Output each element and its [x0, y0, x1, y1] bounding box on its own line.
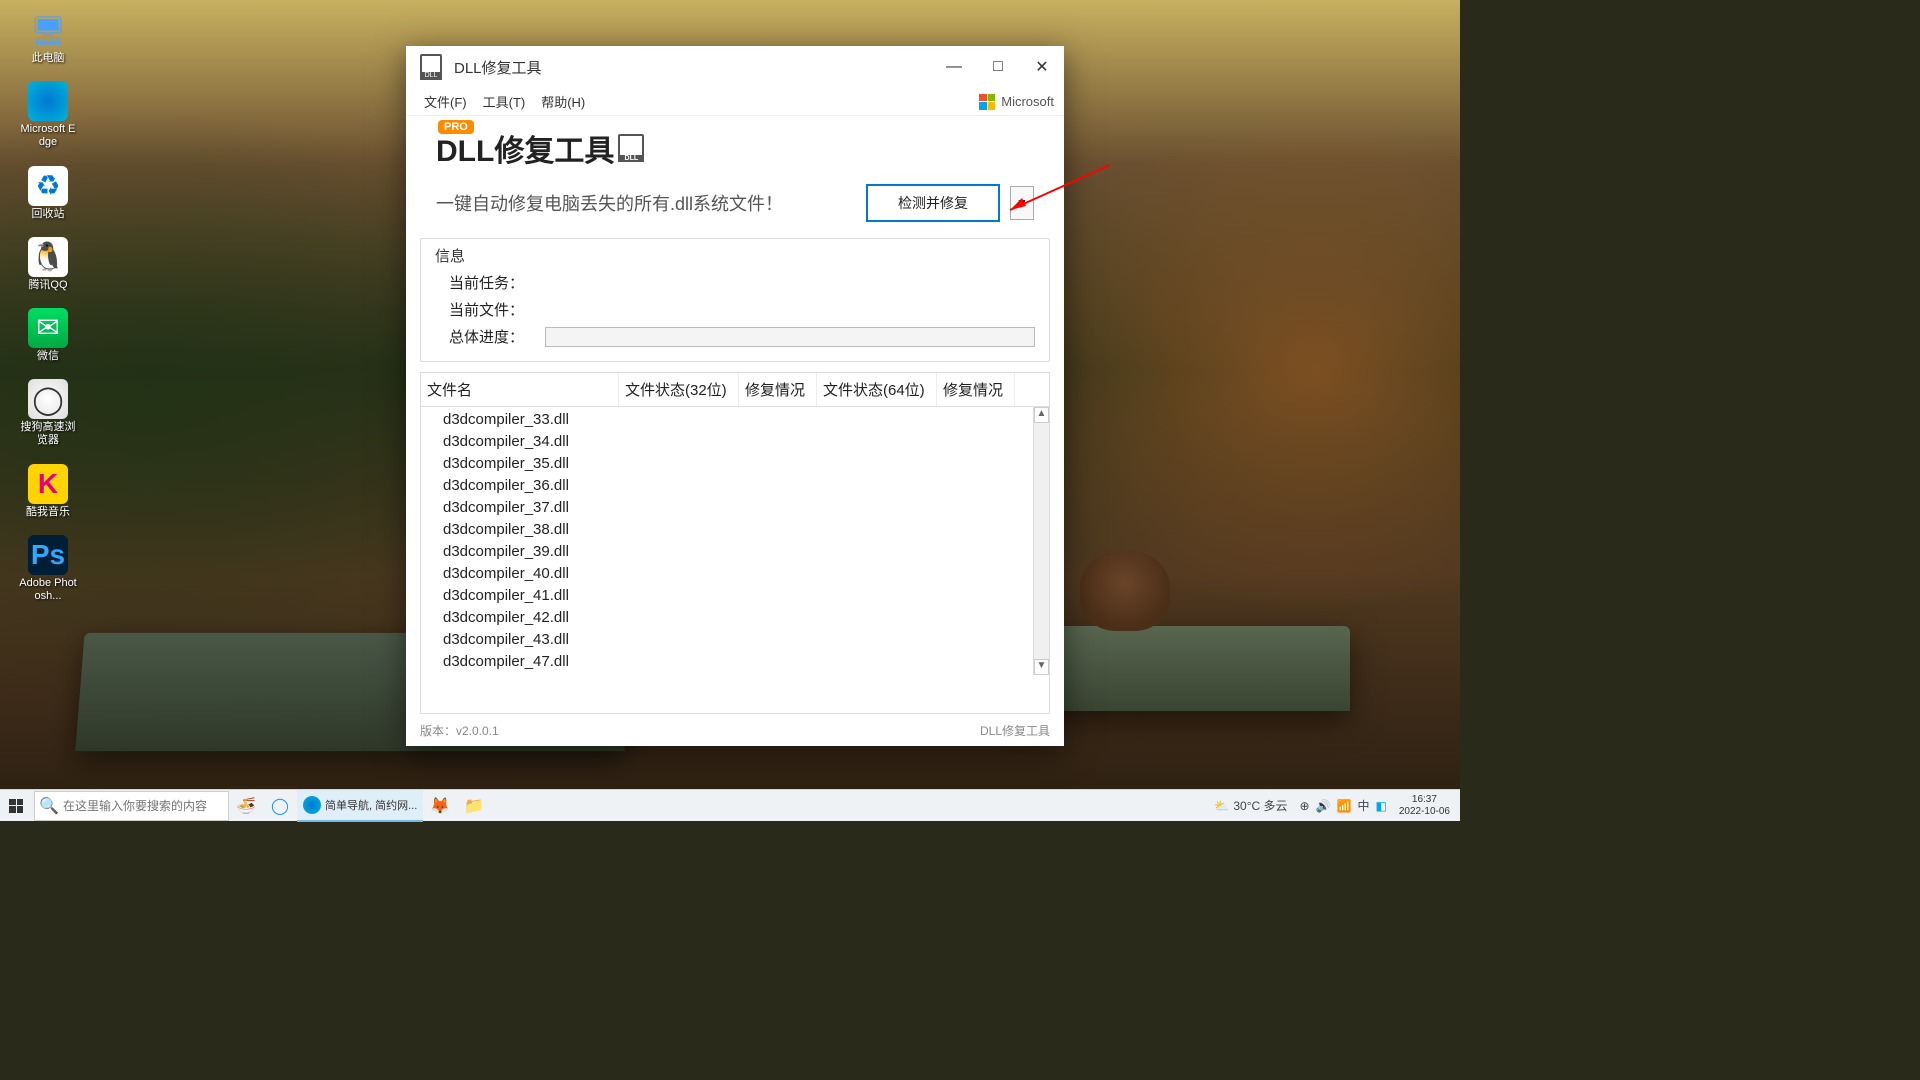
- table-row[interactable]: d3dcompiler_39.dll: [443, 541, 1033, 563]
- app-name-text: DLL修复工具: [980, 722, 1050, 739]
- system-tray: ⛅ 30°C 多云 ⊕ 🔊 📶 中 ◧ 16:37 2022-10-06: [1214, 794, 1460, 818]
- desktop-icon[interactable]: ♻ 回收站: [18, 166, 78, 221]
- icon-label: Adobe Photosh...: [18, 577, 78, 603]
- hero-title: DLL修复工具 PRO: [436, 126, 1034, 170]
- close-button[interactable]: ✕: [1020, 46, 1064, 88]
- icon-label: 搜狗高速浏览器: [18, 421, 78, 447]
- column-header[interactable]: 文件名: [421, 373, 619, 406]
- titlebar[interactable]: DLL修复工具 — □ ✕: [406, 46, 1064, 88]
- icon-label: 微信: [18, 350, 78, 363]
- taskbar-app-1[interactable]: 🍜: [229, 790, 263, 822]
- desktop-icon[interactable]: ✉ 微信: [18, 308, 78, 363]
- start-button[interactable]: [0, 790, 32, 822]
- table-row[interactable]: d3dcompiler_33.dll: [443, 409, 1033, 431]
- desktop-icon[interactable]: ◯搜狗高速浏览器: [18, 379, 78, 447]
- desktop-icon[interactable]: K 酷我音乐: [18, 464, 78, 519]
- menu-help[interactable]: 帮助(H): [533, 92, 593, 111]
- taskbar-explorer[interactable]: 📁: [457, 790, 491, 822]
- window-title: DLL修复工具: [454, 57, 932, 78]
- file-list[interactable]: d3dcompiler_33.dlld3dcompiler_34.dlld3dc…: [421, 407, 1033, 675]
- info-title: 信息: [435, 245, 1035, 266]
- taskbar-firefox[interactable]: 🦊: [423, 790, 457, 822]
- icon: 🖥: [28, 10, 68, 50]
- weather-icon: ⛅: [1214, 799, 1229, 813]
- column-header[interactable]: 文件状态(32位): [619, 373, 739, 406]
- dll-icon: [618, 134, 644, 162]
- desktop-icons: 🖥 此电脑 Microsoft Edge ♻ 回收站 🐧 腾讯QQ ✉ 微信 ◯搜狗高速浏览器 K酷…: [18, 10, 88, 619]
- table-row[interactable]: d3dcompiler_36.dll: [443, 475, 1033, 497]
- table-row[interactable]: d3dcompiler_42.dll: [443, 607, 1033, 629]
- desktop-icon[interactable]: PsAdobe Photosh...: [18, 535, 78, 603]
- clock[interactable]: 16:37 2022-10-06: [1393, 794, 1456, 818]
- menubar: 文件(F) 工具(T) 帮助(H) Microsoft: [406, 88, 1064, 116]
- icon: ♻: [28, 166, 68, 206]
- file-table: 文件名文件状态(32位)修复情况文件状态(64位)修复情况 d3dcompile…: [420, 372, 1050, 714]
- table-row[interactable]: d3dcompiler_34.dll: [443, 431, 1033, 453]
- scroll-down-icon[interactable]: ▼: [1034, 659, 1049, 675]
- icon: ◯: [28, 379, 68, 419]
- progress-bar: [545, 327, 1035, 347]
- search-icon: 🔍: [35, 796, 63, 816]
- scroll-up-icon[interactable]: ▲: [1034, 407, 1049, 423]
- icon: [28, 81, 68, 121]
- taskbar-edge[interactable]: 简单导航, 简约网...: [297, 790, 423, 822]
- version-text: 版本：v2.0.0.1: [420, 722, 499, 739]
- table-row[interactable]: d3dcompiler_47.dll: [443, 651, 1033, 673]
- edge-icon: [303, 796, 321, 814]
- menu-file[interactable]: 文件(F): [416, 92, 475, 111]
- taskbar-search[interactable]: 🔍: [34, 791, 229, 821]
- tray-wifi-icon[interactable]: 📶: [1337, 799, 1352, 813]
- hero-section: DLL修复工具 PRO 一键自动修复电脑丢失的所有.dll系统文件！ 检测并修复…: [406, 116, 1064, 228]
- minimize-button[interactable]: —: [932, 46, 976, 88]
- wallpaper-decor: [1080, 551, 1170, 631]
- table-header: 文件名文件状态(32位)修复情况文件状态(64位)修复情况: [421, 373, 1049, 407]
- dropdown-button[interactable]: ▼: [1010, 186, 1034, 220]
- search-input[interactable]: [63, 799, 213, 813]
- table-row[interactable]: d3dcompiler_38.dll: [443, 519, 1033, 541]
- microsoft-logo: Microsoft: [979, 94, 1054, 110]
- column-header[interactable]: 修复情况: [739, 373, 817, 406]
- tray-icon[interactable]: ⊕: [1300, 799, 1310, 813]
- info-group: 信息 当前任务： 当前文件： 总体进度：: [420, 238, 1050, 362]
- icon-label: 回收站: [18, 208, 78, 221]
- statusbar: 版本：v2.0.0.1 DLL修复工具: [406, 714, 1064, 746]
- progress-label: 总体进度：: [449, 326, 539, 347]
- desktop-icon[interactable]: Microsoft Edge: [18, 81, 78, 149]
- icon: 🐧: [28, 237, 68, 277]
- subtitle: 一键自动修复电脑丢失的所有.dll系统文件！: [436, 190, 856, 216]
- table-row[interactable]: d3dcompiler_35.dll: [443, 453, 1033, 475]
- icon-label: 此电脑: [18, 52, 78, 65]
- desktop-icon[interactable]: 🐧 腾讯QQ: [18, 237, 78, 292]
- vertical-scrollbar[interactable]: ▲ ▼: [1033, 407, 1049, 675]
- current-file-label: 当前文件：: [449, 299, 539, 320]
- icon: ✉: [28, 308, 68, 348]
- table-row[interactable]: d3dcompiler_40.dll: [443, 563, 1033, 585]
- app-icon: [420, 54, 442, 80]
- pro-badge: PRO: [438, 120, 474, 134]
- icon-label: 酷我音乐: [18, 506, 78, 519]
- weather-widget[interactable]: ⛅ 30°C 多云: [1214, 797, 1287, 814]
- icon-label: 腾讯QQ: [18, 279, 78, 292]
- column-header[interactable]: 文件状态(64位): [817, 373, 937, 406]
- app-window: DLL修复工具 — □ ✕ 文件(F) 工具(T) 帮助(H) Microsof…: [406, 46, 1064, 746]
- table-row[interactable]: d3dcompiler_37.dll: [443, 497, 1033, 519]
- icon: Ps: [28, 535, 68, 575]
- taskbar-sogou[interactable]: ◯: [263, 790, 297, 822]
- table-row[interactable]: d3dcompiler_43.dll: [443, 629, 1033, 651]
- tray-volume-icon[interactable]: 🔊: [1316, 799, 1331, 813]
- icon: K: [28, 464, 68, 504]
- column-header[interactable]: 修复情况: [937, 373, 1015, 406]
- icon-label: Microsoft Edge: [18, 123, 78, 149]
- table-row[interactable]: d3dcompiler_41.dll: [443, 585, 1033, 607]
- tray-ime-icon[interactable]: 中: [1357, 797, 1369, 814]
- menu-tools[interactable]: 工具(T): [475, 92, 534, 111]
- current-task-label: 当前任务：: [449, 272, 539, 293]
- desktop-icon[interactable]: 🖥 此电脑: [18, 10, 78, 65]
- scan-repair-button[interactable]: 检测并修复: [866, 184, 1000, 222]
- taskbar: 🔍 🍜 ◯ 简单导航, 简约网... 🦊 📁 ⛅ 30°C 多云 ⊕ 🔊 📶 中…: [0, 789, 1460, 821]
- maximize-button[interactable]: □: [976, 46, 1020, 88]
- tray-icon-2[interactable]: ◧: [1376, 799, 1387, 813]
